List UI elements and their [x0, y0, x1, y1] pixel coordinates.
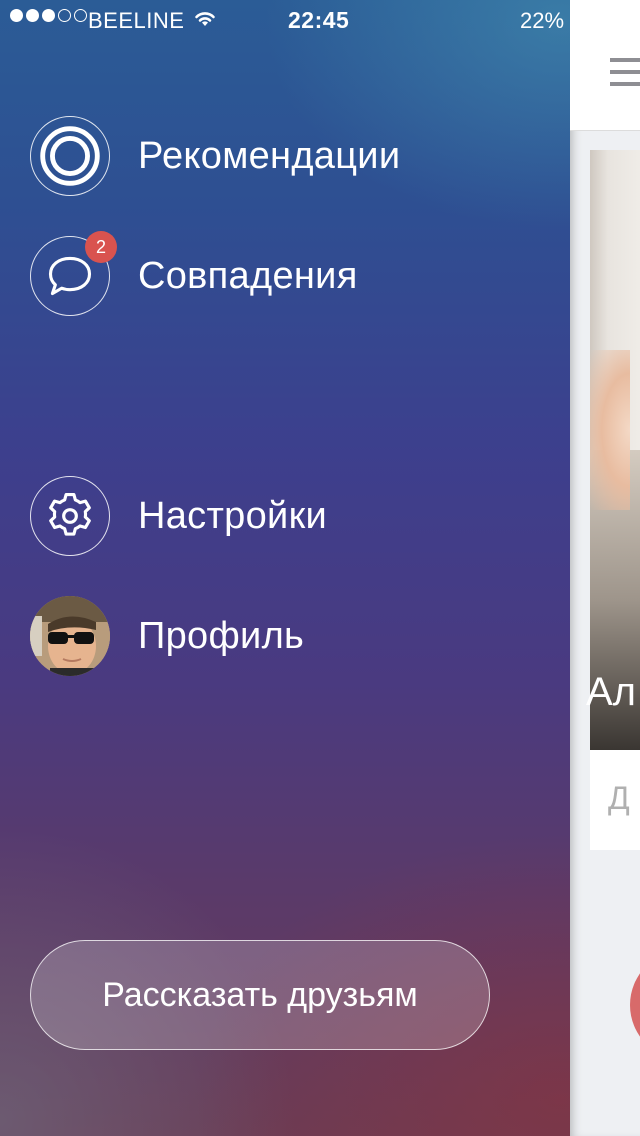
carrier-name: BEELINE [88, 8, 185, 33]
wifi-icon [195, 12, 215, 26]
signal-strength-icon [10, 9, 87, 22]
hamburger-menu-icon[interactable] [610, 58, 640, 94]
signal-dot [10, 9, 23, 22]
chat-bubble-icon: 2 [30, 231, 117, 316]
menu-item-settings[interactable]: Настройки [30, 476, 550, 556]
action-button[interactable] [630, 950, 640, 1060]
profile-subtitle: Д [608, 780, 630, 816]
main-screen-peek[interactable]: Ал Д [570, 0, 640, 1136]
clock: 22:45 [288, 7, 350, 33]
avatar [30, 596, 110, 676]
menu-item-matches[interactable]: 2 Совпадения [30, 231, 550, 316]
side-drawer: BEELINE 22:45 22% Рекомендации 2 Совпаде… [0, 0, 570, 1136]
signal-dot [42, 9, 55, 22]
menu-label: Настройки [138, 494, 328, 537]
menu-item-profile[interactable]: Профиль [30, 596, 550, 676]
notification-badge: 2 [85, 231, 117, 263]
signal-dot [58, 9, 71, 22]
menu-label: Рекомендации [138, 134, 401, 177]
profile-name: Ал [586, 670, 637, 714]
signal-dot [74, 9, 87, 22]
signal-dot [26, 9, 39, 22]
profile-card[interactable] [590, 150, 640, 850]
menu-label: Совпадения [138, 254, 358, 297]
top-bar [570, 0, 640, 131]
profile-photo [590, 150, 640, 750]
status-bar: BEELINE 22:45 22% [0, 0, 570, 40]
menu-item-recommendations[interactable]: Рекомендации [30, 116, 550, 196]
menu-label: Профиль [138, 614, 305, 657]
share-with-friends-button[interactable]: Рассказать друзьям [30, 940, 490, 1050]
gear-icon [30, 476, 110, 556]
target-icon [30, 116, 110, 196]
